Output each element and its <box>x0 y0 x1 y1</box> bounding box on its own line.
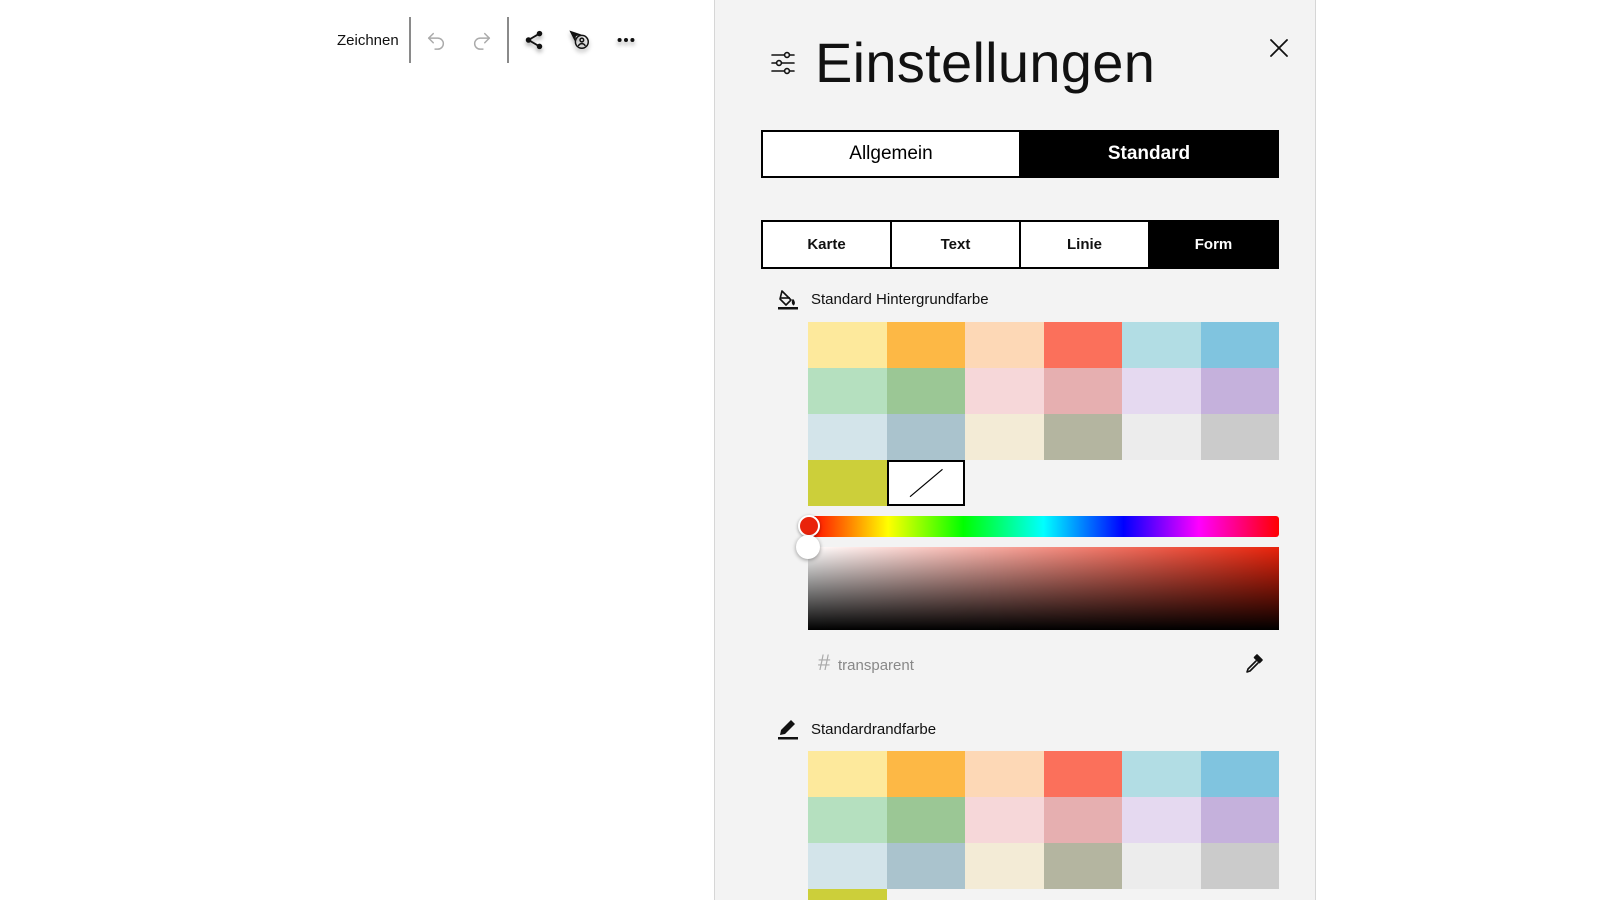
color-swatch[interactable] <box>1122 322 1201 368</box>
draw-label: Zeichnen <box>337 31 399 49</box>
border-color-swatches <box>808 751 1279 900</box>
color-swatch[interactable] <box>1043 843 1122 889</box>
eyedropper-button[interactable] <box>1239 648 1269 678</box>
color-swatch[interactable] <box>886 843 965 889</box>
toolbar: Zeichnen <box>325 16 649 64</box>
hue-slider-thumb[interactable] <box>798 515 820 537</box>
more-icon <box>615 29 637 51</box>
redo-icon <box>471 29 493 51</box>
color-swatch[interactable] <box>1122 414 1201 460</box>
color-swatch[interactable] <box>1200 843 1279 889</box>
color-swatch[interactable] <box>965 797 1044 843</box>
color-swatch[interactable] <box>965 843 1044 889</box>
background-color-label: Standard Hintergrundfarbe <box>811 290 989 308</box>
sub-tabs: Karte Text Linie Form <box>761 220 1279 269</box>
eyedropper-icon <box>1243 652 1265 674</box>
main-tabs: Allgemein Standard <box>761 130 1279 178</box>
color-swatch[interactable] <box>1122 368 1201 414</box>
settings-panel: Einstellungen Allgemein Standard Karte T… <box>714 0 1316 900</box>
border-color-label: Standardrandfarbe <box>811 720 937 738</box>
presence-button[interactable] <box>557 18 603 62</box>
color-swatch[interactable] <box>1043 368 1122 414</box>
close-button[interactable] <box>1261 30 1297 66</box>
color-swatch[interactable] <box>886 414 965 460</box>
color-swatch[interactable] <box>808 751 887 797</box>
color-swatch[interactable] <box>808 889 887 900</box>
color-swatch[interactable] <box>965 368 1044 414</box>
share-icon <box>523 29 545 51</box>
tab-karte[interactable]: Karte <box>763 222 890 267</box>
color-swatch[interactable] <box>1043 751 1122 797</box>
color-swatch-transparent[interactable] <box>886 460 965 506</box>
saturation-value-thumb[interactable] <box>796 535 820 559</box>
color-swatch[interactable] <box>965 414 1044 460</box>
border-color-label-row: Standardrandfarbe <box>777 718 936 740</box>
tab-standard[interactable]: Standard <box>1019 132 1277 176</box>
color-swatch[interactable] <box>1122 797 1201 843</box>
color-swatch[interactable] <box>886 751 965 797</box>
color-swatch[interactable] <box>1200 414 1279 460</box>
more-button[interactable] <box>603 18 649 62</box>
color-swatch[interactable] <box>886 322 965 368</box>
presence-icon <box>569 29 591 51</box>
color-swatch[interactable] <box>965 751 1044 797</box>
redo-button[interactable] <box>459 18 505 62</box>
panel-header: Einstellungen <box>769 30 1155 95</box>
color-swatch[interactable] <box>808 460 887 506</box>
paint-bucket-icon <box>777 288 799 310</box>
tab-allgemein[interactable]: Allgemein <box>763 132 1019 176</box>
settings-sliders-icon <box>769 49 797 77</box>
color-swatch[interactable] <box>1200 368 1279 414</box>
undo-icon <box>425 29 447 51</box>
tab-linie[interactable]: Linie <box>1019 222 1148 267</box>
undo-button[interactable] <box>413 18 459 62</box>
tab-text[interactable]: Text <box>890 222 1019 267</box>
color-swatch[interactable] <box>1122 843 1201 889</box>
tab-form[interactable]: Form <box>1148 222 1277 267</box>
hue-slider[interactable] <box>798 515 1279 537</box>
color-swatch[interactable] <box>1200 751 1279 797</box>
color-swatch[interactable] <box>808 797 887 843</box>
toolbar-divider <box>408 17 411 63</box>
color-swatch[interactable] <box>808 322 887 368</box>
share-button[interactable] <box>511 18 557 62</box>
color-swatch[interactable] <box>1200 797 1279 843</box>
background-color-swatches <box>808 322 1279 506</box>
color-swatch[interactable] <box>886 797 965 843</box>
color-swatch[interactable] <box>808 843 887 889</box>
color-swatch[interactable] <box>1200 322 1279 368</box>
color-swatch[interactable] <box>1043 322 1122 368</box>
color-swatch[interactable] <box>1122 751 1201 797</box>
hash-icon: # <box>818 650 831 675</box>
color-swatch[interactable] <box>808 414 887 460</box>
saturation-value-picker[interactable] <box>796 535 1279 630</box>
color-swatch[interactable] <box>886 368 965 414</box>
color-swatch[interactable] <box>1043 797 1122 843</box>
no-color-icon <box>909 468 943 498</box>
close-icon <box>1268 37 1290 59</box>
color-swatch[interactable] <box>965 322 1044 368</box>
panel-title: Einstellungen <box>815 31 1156 94</box>
toolbar-divider <box>506 17 509 63</box>
color-swatch[interactable] <box>808 368 887 414</box>
hex-color-input[interactable] <box>836 656 1220 675</box>
color-swatch[interactable] <box>1043 414 1122 460</box>
background-color-label-row: Standard Hintergrundfarbe <box>777 288 989 310</box>
hex-input-row: # <box>808 650 1279 680</box>
draw-button[interactable]: Zeichnen <box>325 18 407 62</box>
pen-edit-icon <box>777 718 799 740</box>
